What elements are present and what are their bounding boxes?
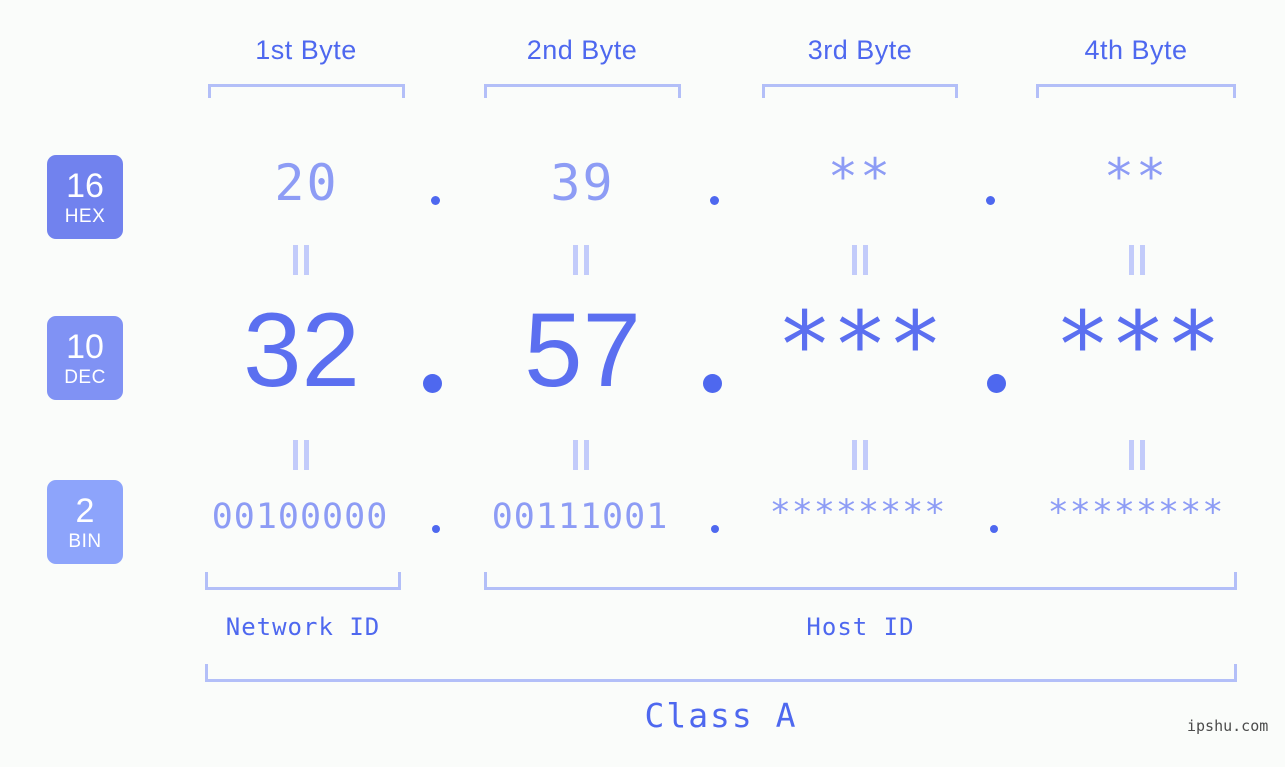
dec-dot-1 xyxy=(423,374,442,393)
watermark: ipshu.com xyxy=(1187,717,1269,735)
radix-badge-dec: 10 DEC xyxy=(47,316,123,400)
dec-dot-3 xyxy=(987,374,1006,393)
hex-byte-3: ** xyxy=(827,148,893,206)
byte-header-3: 3rd Byte xyxy=(807,35,913,65)
radix-badge-hex-label: HEX xyxy=(64,205,106,227)
hex-byte-2: 39 xyxy=(550,154,615,212)
bin-byte-4: ******** xyxy=(1047,493,1225,533)
byte-header-bracket-1 xyxy=(208,84,405,98)
equals-connector-dec-bin-1 xyxy=(292,440,310,470)
equals-connector-hex-dec-3 xyxy=(851,245,869,275)
radix-badge-dec-label: DEC xyxy=(64,366,106,388)
dec-byte-4: *** xyxy=(1054,292,1222,399)
equals-connector-hex-dec-2 xyxy=(572,245,590,275)
host-id-label: Host ID xyxy=(806,613,915,641)
equals-connector-hex-dec-1 xyxy=(292,245,310,275)
bin-byte-2: 00111001 xyxy=(491,497,669,537)
radix-badge-bin: 2 BIN xyxy=(47,480,123,564)
hex-dot-2 xyxy=(710,196,719,205)
equals-connector-dec-bin-2 xyxy=(572,440,590,470)
class-label: Class A xyxy=(644,696,798,735)
network-id-bracket xyxy=(205,572,401,590)
hex-dot-3 xyxy=(986,196,995,205)
equals-connector-hex-dec-4 xyxy=(1128,245,1146,275)
radix-badge-bin-label: BIN xyxy=(68,530,102,552)
bin-dot-1 xyxy=(432,525,440,533)
ip-address-breakdown-diagram: 1st Byte 2nd Byte 3rd Byte 4th Byte 16 H… xyxy=(0,0,1285,767)
dec-byte-2: 57 xyxy=(524,292,641,409)
hex-byte-1: 20 xyxy=(274,154,339,212)
radix-badge-hex: 16 HEX xyxy=(47,155,123,239)
byte-header-2: 2nd Byte xyxy=(526,35,638,65)
bin-byte-1: 00100000 xyxy=(211,497,389,537)
byte-header-1: 1st Byte xyxy=(255,35,357,65)
radix-badge-dec-number: 10 xyxy=(66,327,104,366)
bin-byte-3: ******** xyxy=(769,493,947,533)
hex-dot-1 xyxy=(431,196,440,205)
hex-byte-4: ** xyxy=(1103,148,1169,206)
equals-connector-dec-bin-3 xyxy=(851,440,869,470)
radix-badge-hex-number: 16 xyxy=(66,166,104,205)
network-id-label: Network ID xyxy=(225,613,381,641)
dec-byte-3: *** xyxy=(776,292,944,399)
radix-badge-bin-number: 2 xyxy=(75,491,95,530)
byte-header-4: 4th Byte xyxy=(1084,35,1188,65)
bin-dot-2 xyxy=(711,525,719,533)
byte-header-bracket-2 xyxy=(484,84,681,98)
class-bracket xyxy=(205,664,1237,682)
host-id-bracket xyxy=(484,572,1237,590)
equals-connector-dec-bin-4 xyxy=(1128,440,1146,470)
byte-header-bracket-3 xyxy=(762,84,958,98)
byte-header-bracket-4 xyxy=(1036,84,1236,98)
dec-byte-1: 32 xyxy=(243,292,360,409)
dec-dot-2 xyxy=(703,374,722,393)
bin-dot-3 xyxy=(990,525,998,533)
